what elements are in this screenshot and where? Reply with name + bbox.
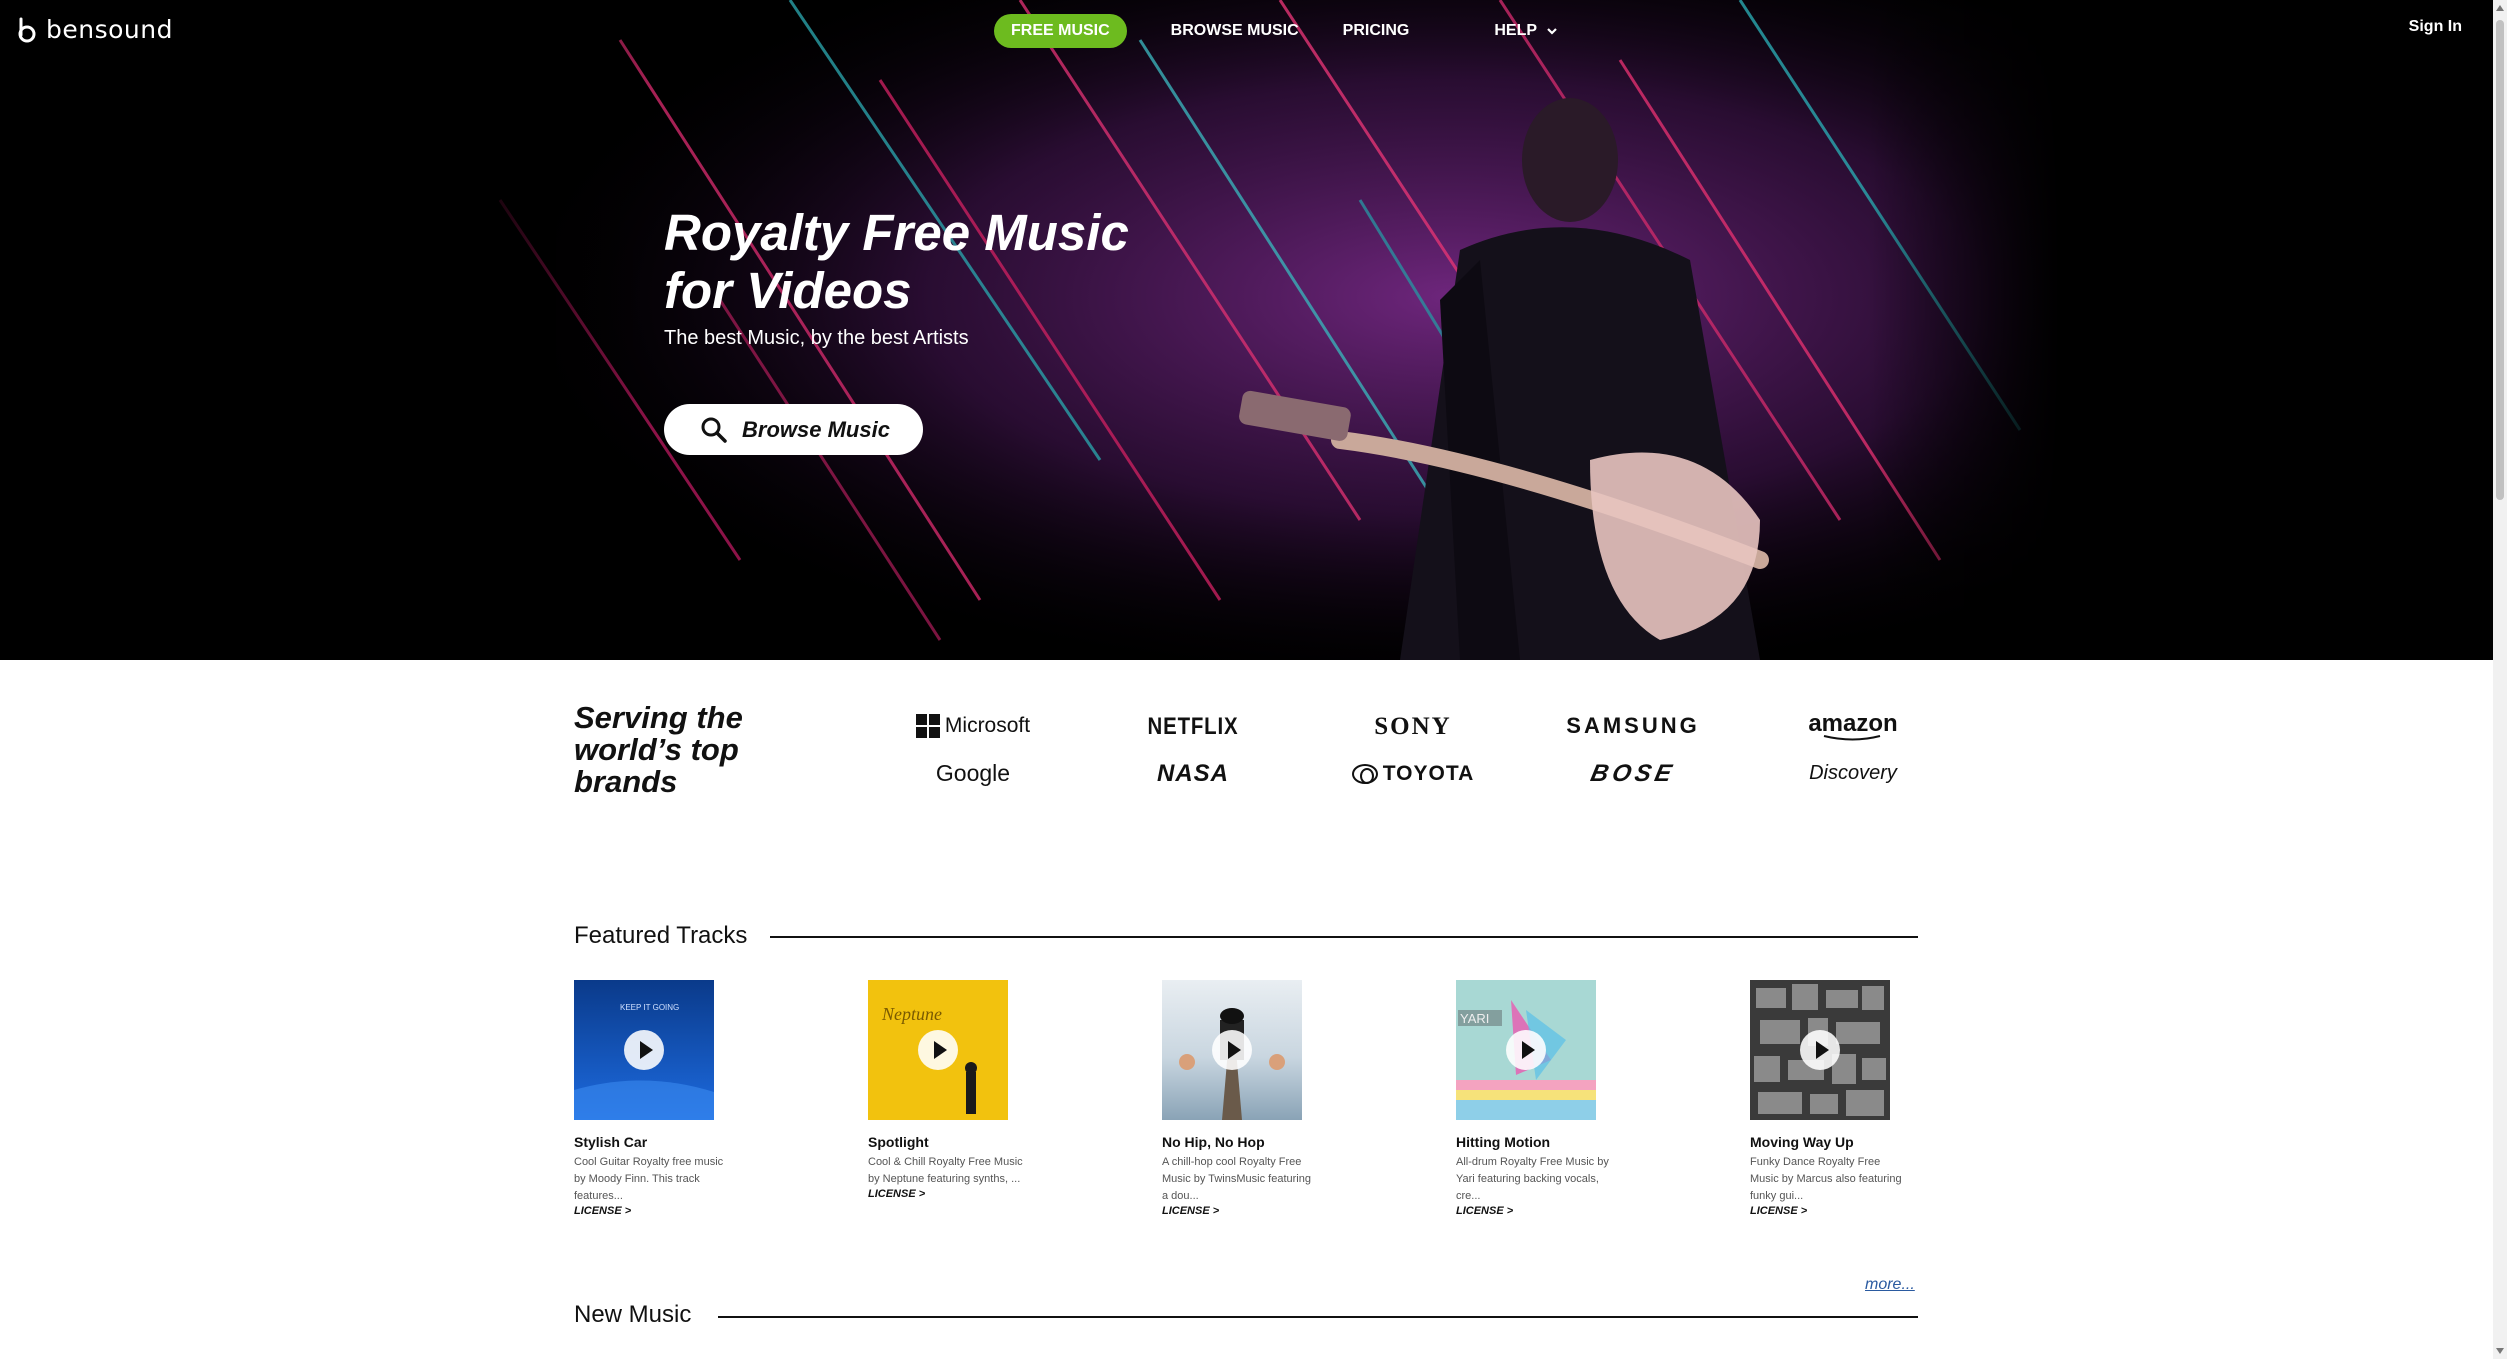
track-description-line: All-drum Royalty Free Music by: [1456, 1156, 1609, 1168]
track-title[interactable]: Hitting Motion: [1456, 1134, 1626, 1150]
track-card: YARI Hitting Motion All-drum Royalty Fre…: [1456, 980, 1626, 1217]
track-description-line: Music by TwinsMusic featuring: [1162, 1173, 1311, 1185]
brand-logo-discovery: Discovery: [1809, 762, 1897, 784]
track-description: All-drum Royalty Free Music by Yari feat…: [1456, 1154, 1624, 1205]
brands-heading-line-2: world’s top: [574, 732, 739, 767]
track-title[interactable]: Stylish Car: [574, 1134, 744, 1150]
track-cover[interactable]: YARI: [1456, 980, 1596, 1120]
track-description-line: Music by Marcus also featuring: [1750, 1173, 1902, 1185]
brand-logo-bose: BOSE: [1588, 760, 1678, 787]
track-cover[interactable]: [1750, 980, 1890, 1120]
more-tracks-link[interactable]: more...: [1865, 1276, 1915, 1294]
brands-heading-line-1: Serving the: [574, 700, 743, 735]
hero-banner: Royalty Free Music for Videos The best M…: [0, 0, 2493, 660]
nav-free-music[interactable]: FREE MUSIC: [994, 14, 1127, 48]
track-description-line: Funky Dance Royalty Free: [1750, 1156, 1881, 1168]
new-music-title: New Music: [574, 1301, 692, 1328]
brand-logo-nasa: NASA: [1156, 760, 1229, 787]
license-link[interactable]: LICENSE >: [1750, 1205, 1920, 1217]
track-title[interactable]: Spotlight: [868, 1134, 1038, 1150]
scroll-down-arrow-icon[interactable]: [2496, 1348, 2504, 1354]
scrollbar-thumb[interactable]: [2496, 20, 2504, 500]
toyota-emblem-icon: [1351, 764, 1378, 784]
bensound-logo[interactable]: bensound: [16, 15, 173, 44]
browse-music-label: Browse Music: [742, 416, 890, 442]
play-icon[interactable]: [1212, 1030, 1252, 1070]
track-description-line: a dou...: [1162, 1190, 1199, 1202]
top-navigation: bensound FREE MUSIC BROWSE MUSIC PRICING…: [0, 0, 2493, 62]
scroll-up-arrow-icon[interactable]: [2496, 5, 2504, 11]
new-music-divider: [718, 1316, 1918, 1318]
hero-title-line-2: for Videos: [664, 262, 912, 319]
brand-logo-toyota: TOYOTA: [1343, 762, 1483, 786]
logo-text: bensound: [46, 15, 173, 44]
license-link[interactable]: LICENSE >: [574, 1205, 744, 1217]
license-link[interactable]: LICENSE >: [1456, 1205, 1626, 1217]
track-card: No Hip, No Hop A chill-hop cool Royalty …: [1162, 980, 1332, 1217]
nav-help-label: HELP: [1494, 22, 1538, 39]
track-description: A chill-hop cool Royalty Free Music by T…: [1162, 1154, 1330, 1205]
brand-name: TOYOTA: [1382, 762, 1475, 785]
license-link[interactable]: LICENSE >: [868, 1188, 1038, 1200]
microsoft-logo-icon: [915, 714, 940, 738]
track-description: Cool & Chill Royalty Free Music by Neptu…: [868, 1154, 1036, 1188]
track-description-line: by Moody Finn. This track: [574, 1173, 700, 1185]
track-description-line: Cool & Chill Royalty Free Music: [868, 1156, 1023, 1168]
track-description-line: cre...: [1456, 1190, 1481, 1202]
play-icon[interactable]: [1506, 1030, 1546, 1070]
track-cover[interactable]: [1162, 980, 1302, 1120]
track-description-line: Yari featuring backing vocals,: [1456, 1173, 1599, 1185]
nav-help[interactable]: HELP: [1494, 14, 1557, 48]
track-cover[interactable]: KEEP IT GOING: [574, 980, 714, 1120]
chevron-down-icon: [1547, 28, 1557, 35]
track-description-line: A chill-hop cool Royalty Free: [1162, 1156, 1302, 1168]
brand-logo-amazon: amazon: [1783, 710, 1923, 742]
hero-title-line-1: Royalty Free Music: [664, 204, 1129, 261]
play-icon[interactable]: [1800, 1030, 1840, 1070]
track-description: Cool Guitar Royalty free music by Moody …: [574, 1154, 742, 1205]
play-icon[interactable]: [624, 1030, 664, 1070]
brand-name: Microsoft: [944, 714, 1031, 737]
track-description-line: Cool Guitar Royalty free music: [574, 1156, 724, 1168]
hero-title: Royalty Free Music for Videos: [664, 204, 1264, 320]
brands-heading: Serving the world’s top brands: [574, 702, 814, 798]
browse-music-button[interactable]: Browse Music: [664, 404, 923, 455]
track-card: Neptune Spotlight Cool & Chill Royalty F…: [868, 980, 1038, 1200]
track-description: Funky Dance Royalty Free Music by Marcus…: [1750, 1154, 1918, 1205]
nav-browse-music[interactable]: BROWSE MUSIC: [1171, 14, 1299, 48]
brands-heading-line-3: brands: [574, 764, 678, 799]
track-title[interactable]: Moving Way Up: [1750, 1134, 1920, 1150]
brand-name: amazon: [1808, 710, 1898, 737]
main-nav: FREE MUSIC BROWSE MUSIC PRICING HELP: [994, 14, 1557, 48]
hero-subtitle: The best Music, by the best Artists: [664, 327, 969, 349]
sign-in-link[interactable]: Sign In: [2409, 18, 2462, 36]
brand-logo-sony: SONY: [1374, 713, 1452, 740]
track-cover[interactable]: Neptune: [868, 980, 1008, 1120]
brand-logo-google: Google: [935, 760, 1011, 786]
featured-tracks-divider: [770, 936, 1918, 938]
cover-text: KEEP IT GOING: [620, 1003, 679, 1012]
nav-pricing[interactable]: PRICING: [1343, 14, 1410, 48]
brand-logo-netflix: NETFLIX: [1147, 713, 1239, 740]
track-card: KEEP IT GOING Stylish Car Cool Guitar Ro…: [574, 980, 744, 1217]
brand-logo-microsoft: Microsoft: [903, 714, 1043, 738]
page-scrollbar[interactable]: [2493, 0, 2507, 1359]
featured-tracks-title: Featured Tracks: [574, 922, 748, 949]
track-description-line: by Neptune featuring synths, ...: [868, 1173, 1021, 1185]
search-icon: [701, 417, 727, 443]
play-icon[interactable]: [918, 1030, 958, 1070]
track-description-line: features...: [574, 1190, 623, 1202]
track-title[interactable]: No Hip, No Hop: [1162, 1134, 1332, 1150]
brand-logo-samsung: SAMSUNG: [1566, 713, 1700, 738]
license-link[interactable]: LICENSE >: [1162, 1205, 1332, 1217]
track-description-line: funky gui...: [1750, 1190, 1804, 1202]
cover-text: Neptune: [881, 1004, 942, 1024]
track-card: Moving Way Up Funky Dance Royalty Free M…: [1750, 980, 1920, 1217]
cover-text: YARI: [1460, 1011, 1489, 1026]
bensound-logo-icon: [16, 17, 38, 43]
